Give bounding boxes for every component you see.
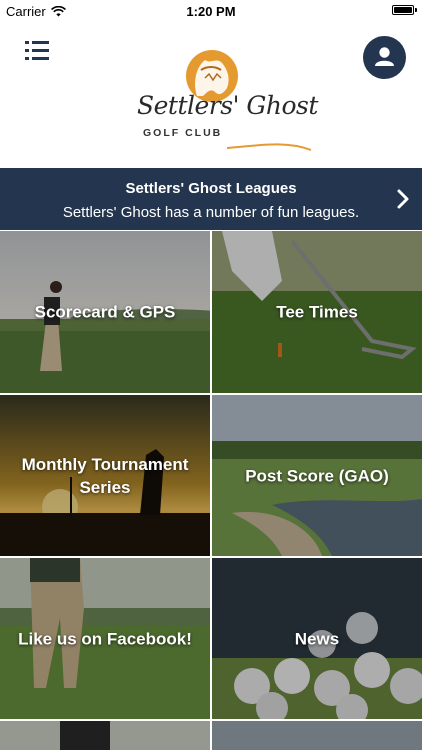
- tile-label: Like us on Facebook!: [18, 629, 192, 648]
- tile-label: Monthly Tournament Series: [21, 454, 189, 497]
- logo-subtitle: GOLF CLUB: [143, 127, 223, 139]
- tile-label: News: [294, 629, 340, 648]
- battery-icon: [392, 5, 417, 15]
- banner-title: Settlers' Ghost Leagues: [125, 180, 297, 197]
- leagues-banner[interactable]: Settlers' Ghost Leagues Settlers' Ghost …: [0, 168, 422, 230]
- chevron-right-icon: [397, 189, 409, 209]
- tile-partial-right[interactable]: [212, 721, 422, 750]
- app-header: Settlers' Ghost GOLF CLUB: [0, 22, 422, 168]
- tile-monthly-tournament[interactable]: Monthly Tournament Series: [0, 395, 210, 556]
- tile-scorecard-gps[interactable]: Scorecard & GPS: [0, 231, 210, 393]
- user-icon: [375, 47, 394, 66]
- clock: 1:20 PM: [186, 4, 236, 19]
- banner-subtitle: Settlers' Ghost has a number of fun leag…: [62, 204, 360, 221]
- tile-post-score[interactable]: Post Score (GAO): [212, 395, 422, 556]
- tile-label: Tee Times: [276, 302, 358, 322]
- tile-facebook[interactable]: Like us on Facebook!: [0, 558, 210, 719]
- club-logo: Settlers' Ghost GOLF CLUB: [135, 48, 318, 164]
- tile-label: Scorecard & GPS: [34, 302, 176, 322]
- profile-button[interactable]: [363, 36, 406, 79]
- menu-button[interactable]: [25, 41, 49, 61]
- status-bar: Carrier 1:20 PM: [0, 0, 422, 22]
- tile-news[interactable]: News: [212, 558, 422, 719]
- tile-tee-times[interactable]: Tee Times: [212, 231, 422, 393]
- tile-label: Post Score (GAO): [245, 466, 389, 485]
- logo-wordmark: Settlers' Ghost: [137, 91, 318, 120]
- tile-partial-left[interactable]: [0, 721, 210, 750]
